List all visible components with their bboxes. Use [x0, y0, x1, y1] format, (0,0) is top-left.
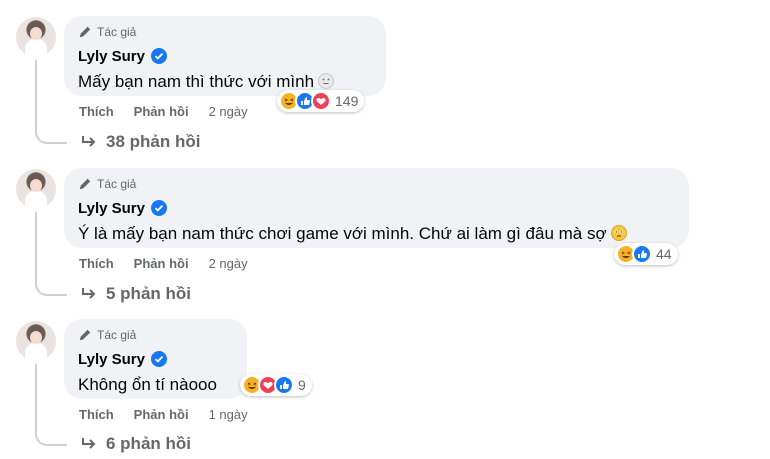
reply-arrow-icon: [82, 288, 96, 299]
verified-badge-icon: [150, 48, 167, 64]
thread-connector: [35, 128, 67, 144]
comment-bubble: Tác giả Lyly Sury Ý là mấy bạn nam thức …: [64, 168, 689, 248]
replies-label: 6 phản hồi: [106, 434, 191, 453]
timestamp[interactable]: 2 ngày: [209, 256, 248, 271]
view-replies-button[interactable]: 6 phản hồi: [80, 434, 191, 454]
author-name[interactable]: Lyly Sury: [78, 200, 145, 217]
author-tag: Tác giả: [78, 327, 235, 343]
thread-line: [35, 60, 37, 132]
reply-arrow-icon: [82, 136, 96, 147]
reply-link[interactable]: Phản hồi: [134, 256, 189, 271]
reaction-summary[interactable]: 44: [614, 243, 678, 265]
emoji-icon: [318, 73, 335, 89]
replies-label: 38 phản hồi: [106, 132, 201, 151]
reply-link[interactable]: Phản hồi: [134, 104, 189, 119]
like-reaction-icon: [274, 375, 294, 395]
like-link[interactable]: Thích: [79, 256, 114, 271]
verified-badge-icon: [150, 200, 167, 216]
thread-line: [35, 364, 37, 434]
comment-text: Mấy bạn nam thì thức với mình: [78, 72, 315, 91]
timestamp[interactable]: 1 ngày: [209, 407, 248, 422]
pencil-icon: [79, 178, 91, 190]
like-link[interactable]: Thích: [79, 104, 114, 119]
reaction-count: 149: [335, 93, 359, 109]
verified-badge-icon: [150, 351, 167, 367]
love-reaction-icon: [311, 91, 331, 111]
author-tag: Tác giả: [78, 176, 677, 192]
comment-actions: Thích Phản hồi 2 ngày: [79, 256, 248, 271]
like-reaction-icon: [632, 244, 652, 264]
author-tag-label: Tác giả: [97, 177, 137, 191]
view-replies-button[interactable]: 5 phản hồi: [80, 284, 191, 304]
author-tag-label: Tác giả: [97, 25, 137, 39]
thread-connector: [35, 430, 67, 446]
comment-actions: Thích Phản hồi 2 ngày: [79, 104, 248, 119]
author-tag-label: Tác giả: [97, 328, 137, 342]
like-link[interactable]: Thích: [79, 407, 114, 422]
avatar[interactable]: [16, 169, 56, 209]
author-name[interactable]: Lyly Sury: [78, 48, 145, 65]
avatar[interactable]: [16, 17, 56, 57]
emoji-icon: [610, 225, 627, 241]
reaction-summary[interactable]: 149: [277, 90, 365, 112]
comment-text: Không ổn tí nàooo: [78, 375, 217, 394]
reply-link[interactable]: Phản hồi: [134, 407, 189, 422]
reply-arrow-icon: [82, 438, 96, 449]
author-tag: Tác giả: [78, 24, 374, 40]
reaction-summary[interactable]: 9: [240, 374, 312, 396]
author-name[interactable]: Lyly Sury: [78, 351, 145, 368]
thread-line: [35, 212, 37, 284]
timestamp[interactable]: 2 ngày: [209, 104, 248, 119]
comment-text: Ý là mấy bạn nam thức chơi game với mình…: [78, 224, 607, 243]
reaction-count: 9: [298, 377, 306, 393]
avatar[interactable]: [16, 321, 56, 361]
reaction-count: 44: [656, 246, 672, 262]
comment-bubble: Tác giả Lyly Sury Mấy bạn nam thì thức v…: [64, 16, 386, 96]
view-replies-button[interactable]: 38 phản hồi: [80, 132, 200, 152]
comment-actions: Thích Phản hồi 1 ngày: [79, 407, 248, 422]
pencil-icon: [79, 329, 91, 341]
replies-label: 5 phản hồi: [106, 284, 191, 303]
pencil-icon: [79, 26, 91, 38]
thread-connector: [35, 280, 67, 296]
comment-bubble: Tác giả Lyly Sury Không ổn tí nàooo: [64, 319, 247, 399]
